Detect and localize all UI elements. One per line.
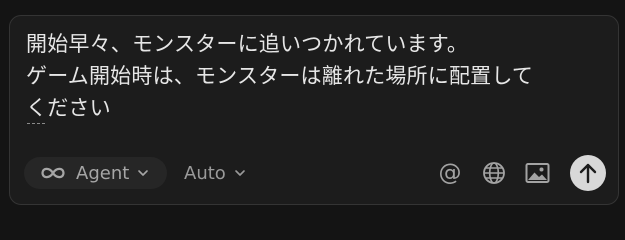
mention-button[interactable]: @ [437,160,463,186]
message-text[interactable]: 開始早々、モンスターに追いつかれています。 ゲーム開始時は、モンスターは離れた場… [26,28,606,124]
globe-icon [483,162,505,184]
chevron-down-icon [234,170,245,176]
message-line-2: ゲーム開始時は、モンスターは離れた場所に配置して [26,64,534,88]
infinity-icon [41,167,65,179]
at-icon: @ [438,160,462,186]
model-select-button[interactable]: Auto [184,157,246,189]
web-search-button[interactable] [481,160,507,186]
arrow-up-icon [579,163,597,184]
chevron-down-icon [138,170,149,176]
model-select-label: Auto [184,162,226,184]
message-line-3-wrapper: ください [26,92,606,124]
send-button[interactable] [570,155,606,191]
agent-mode-label: Agent [76,162,130,184]
chat-input-panel[interactable]: 開始早々、モンスターに追いつかれています。 ゲーム開始時は、モンスターは離れた場… [9,15,619,205]
composer-toolbar: Agent Auto @ [24,155,606,191]
message-line-3: ください [26,92,111,124]
image-icon [525,163,549,183]
attach-image-button[interactable] [524,160,550,186]
agent-mode-button[interactable]: Agent [24,157,167,189]
message-line-1: 開始早々、モンスターに追いつかれています。 [26,32,469,56]
